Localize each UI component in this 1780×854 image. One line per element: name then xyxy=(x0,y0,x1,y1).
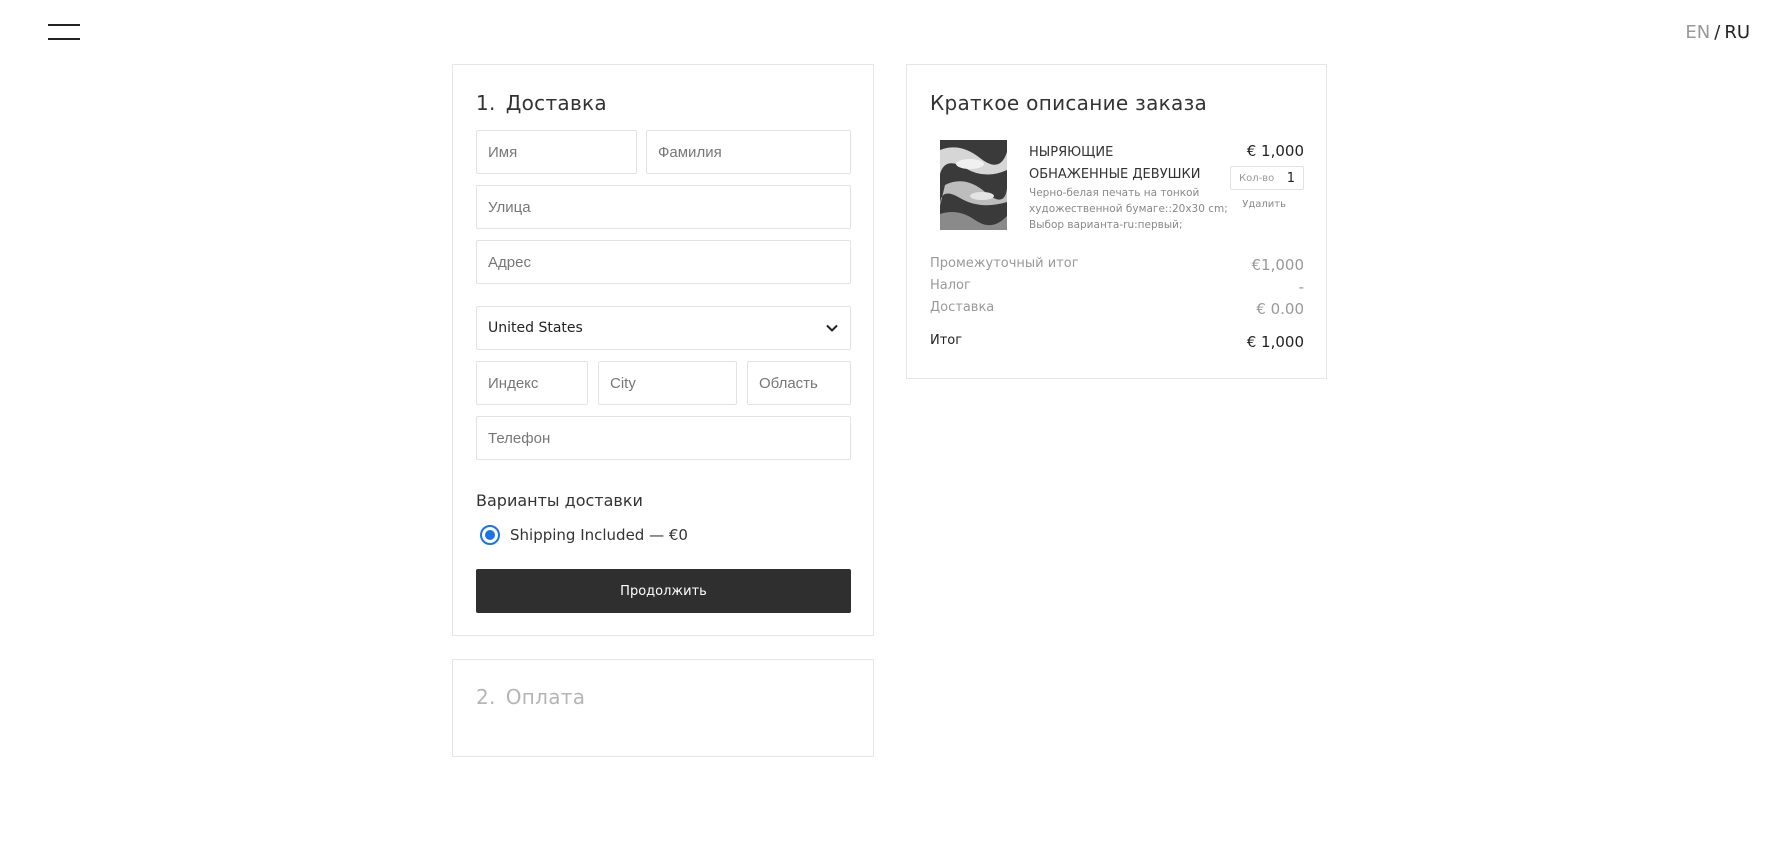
zip-field[interactable] xyxy=(476,361,588,405)
product-price: € 1,000 xyxy=(1246,142,1304,160)
shipping-option-label: Shipping Included — €0 xyxy=(510,526,688,544)
payment-title-text: Оплата xyxy=(505,685,586,709)
street-field[interactable] xyxy=(476,185,851,229)
tax-row: Налог - xyxy=(930,278,1304,296)
tax-label: Налог xyxy=(930,278,971,293)
address-field[interactable] xyxy=(476,240,851,284)
delivery-title-text: Доставка xyxy=(505,91,607,115)
quantity-field[interactable]: Кол-во 1 xyxy=(1230,166,1304,190)
country-select[interactable]: United States xyxy=(476,306,851,350)
product-thumbnail[interactable] xyxy=(940,140,1007,230)
payment-step-number: 2. xyxy=(476,685,496,709)
chevron-down-icon xyxy=(826,324,838,332)
country-select-value: United States xyxy=(488,320,583,336)
order-summary: Краткое описание заказа НЫРЯЮЩИЕ ОБНАЖЕН… xyxy=(906,64,1327,379)
first-name-field[interactable] xyxy=(476,130,637,174)
remove-item-link[interactable]: Удалить xyxy=(1242,199,1286,210)
shipping-option[interactable]: Shipping Included — €0 xyxy=(480,525,688,545)
shipping-row: Доставка € 0.00 xyxy=(930,300,1304,318)
total-row: Итог € 1,000 xyxy=(930,333,1304,351)
hamburger-menu-icon[interactable] xyxy=(48,24,80,42)
continue-button[interactable]: Продолжить xyxy=(476,569,851,613)
subtotal-value: €1,000 xyxy=(1251,256,1305,274)
shipping-radio[interactable] xyxy=(480,525,500,545)
total-value: € 1,000 xyxy=(1246,333,1304,351)
delivery-title: 1. Доставка xyxy=(476,91,607,115)
city-field[interactable] xyxy=(598,361,737,405)
last-name-field[interactable] xyxy=(646,130,851,174)
quantity-value[interactable]: 1 xyxy=(1287,171,1295,186)
payment-title: 2. Оплата xyxy=(476,685,585,709)
shipping-value: € 0.00 xyxy=(1256,300,1304,318)
phone-field[interactable] xyxy=(476,416,851,460)
subtotal-row: Промежуточный итог €1,000 xyxy=(930,256,1304,274)
quantity-label: Кол-во xyxy=(1239,172,1275,184)
tax-value: - xyxy=(1298,278,1304,296)
lang-separator: / xyxy=(1714,22,1721,43)
lang-ru-link[interactable]: RU xyxy=(1724,22,1750,43)
product-name[interactable]: НЫРЯЮЩИЕ ОБНАЖЕННЫЕ ДЕВУШКИ xyxy=(1029,142,1214,186)
region-field[interactable] xyxy=(747,361,851,405)
subtotal-label: Промежуточный итог xyxy=(930,256,1079,271)
shipping-options-label: Варианты доставки xyxy=(476,491,643,510)
lang-en-link[interactable]: EN xyxy=(1685,22,1710,43)
payment-section[interactable]: 2. Оплата xyxy=(452,659,874,757)
delivery-step-number: 1. xyxy=(476,91,496,115)
summary-title: Краткое описание заказа xyxy=(930,91,1208,115)
product-description: Черно-белая печать на тонкой художествен… xyxy=(1029,187,1228,231)
language-switcher: EN / RU xyxy=(1685,22,1750,43)
shipping-label: Доставка xyxy=(930,300,995,315)
total-label: Итог xyxy=(930,333,963,348)
delivery-section: 1. Доставка United States Варианты достав… xyxy=(452,64,874,636)
